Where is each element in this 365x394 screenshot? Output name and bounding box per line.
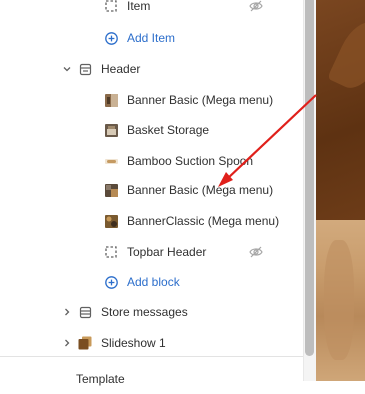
- block-basket-storage-label: Basket Storage: [127, 123, 210, 137]
- section-slideshow-label: Slideshow 1: [101, 336, 166, 350]
- block-item-label: Item: [127, 0, 151, 13]
- block-basket-storage[interactable]: Basket Storage: [0, 115, 303, 145]
- block-bamboo-suction-spoon-label: Bamboo Suction Spoon: [127, 154, 254, 168]
- plus-circle-icon: [104, 31, 118, 45]
- eye-hidden-icon[interactable]: [248, 0, 264, 13]
- slideshow-icon: [78, 336, 92, 350]
- scrollbar-thumb[interactable]: [305, 0, 314, 356]
- section-icon: [78, 62, 92, 76]
- block-banner-basic-2-label: Banner Basic (Mega menu): [127, 183, 274, 197]
- dashed-square-icon: [104, 245, 118, 259]
- eye-hidden-icon[interactable]: [248, 245, 264, 259]
- block-bamboo-suction-spoon[interactable]: Bamboo Suction Spoon: [0, 146, 303, 176]
- section-icon: [78, 305, 92, 319]
- chevron-down-icon[interactable]: [62, 64, 72, 74]
- sidebar: Item Add Item Header Banner Basic (Mega …: [0, 0, 303, 386]
- block-item[interactable]: Item: [0, 0, 303, 21]
- block-topbar-header[interactable]: Topbar Header: [0, 237, 303, 267]
- section-header-label: Header: [101, 62, 141, 76]
- block-banner-basic-label: Banner Basic (Mega menu): [127, 93, 274, 107]
- add-block-button[interactable]: Add block: [0, 267, 303, 297]
- thumbnail-icon: [104, 93, 118, 107]
- chevron-right-icon[interactable]: [62, 338, 72, 348]
- template-label: Template: [76, 372, 125, 386]
- block-banner-basic-2[interactable]: Banner Basic (Mega menu): [0, 175, 303, 205]
- chevron-right-icon[interactable]: [62, 307, 72, 317]
- plus-circle-icon: [104, 275, 118, 289]
- add-block-label: Add block: [127, 275, 180, 289]
- section-slideshow[interactable]: Slideshow 1: [0, 328, 303, 358]
- divider: [0, 356, 303, 357]
- section-store-messages[interactable]: Store messages: [0, 297, 303, 327]
- block-topbar-header-label: Topbar Header: [127, 245, 207, 259]
- block-banner-basic[interactable]: Banner Basic (Mega menu): [0, 85, 303, 115]
- template-heading: Template: [0, 364, 303, 394]
- thumbnail-icon: [104, 154, 118, 168]
- dashed-square-icon: [104, 0, 118, 13]
- preview-image: [316, 0, 365, 381]
- block-banner-classic[interactable]: BannerClassic (Mega menu): [0, 206, 303, 236]
- section-header[interactable]: Header: [0, 54, 303, 84]
- thumbnail-icon: [104, 214, 118, 228]
- section-store-messages-label: Store messages: [101, 305, 188, 319]
- block-banner-classic-label: BannerClassic (Mega menu): [127, 214, 280, 228]
- thumbnail-icon: [104, 183, 118, 197]
- add-item-label: Add Item: [127, 31, 176, 45]
- add-item-button[interactable]: Add Item: [0, 23, 303, 53]
- thumbnail-icon: [104, 123, 118, 137]
